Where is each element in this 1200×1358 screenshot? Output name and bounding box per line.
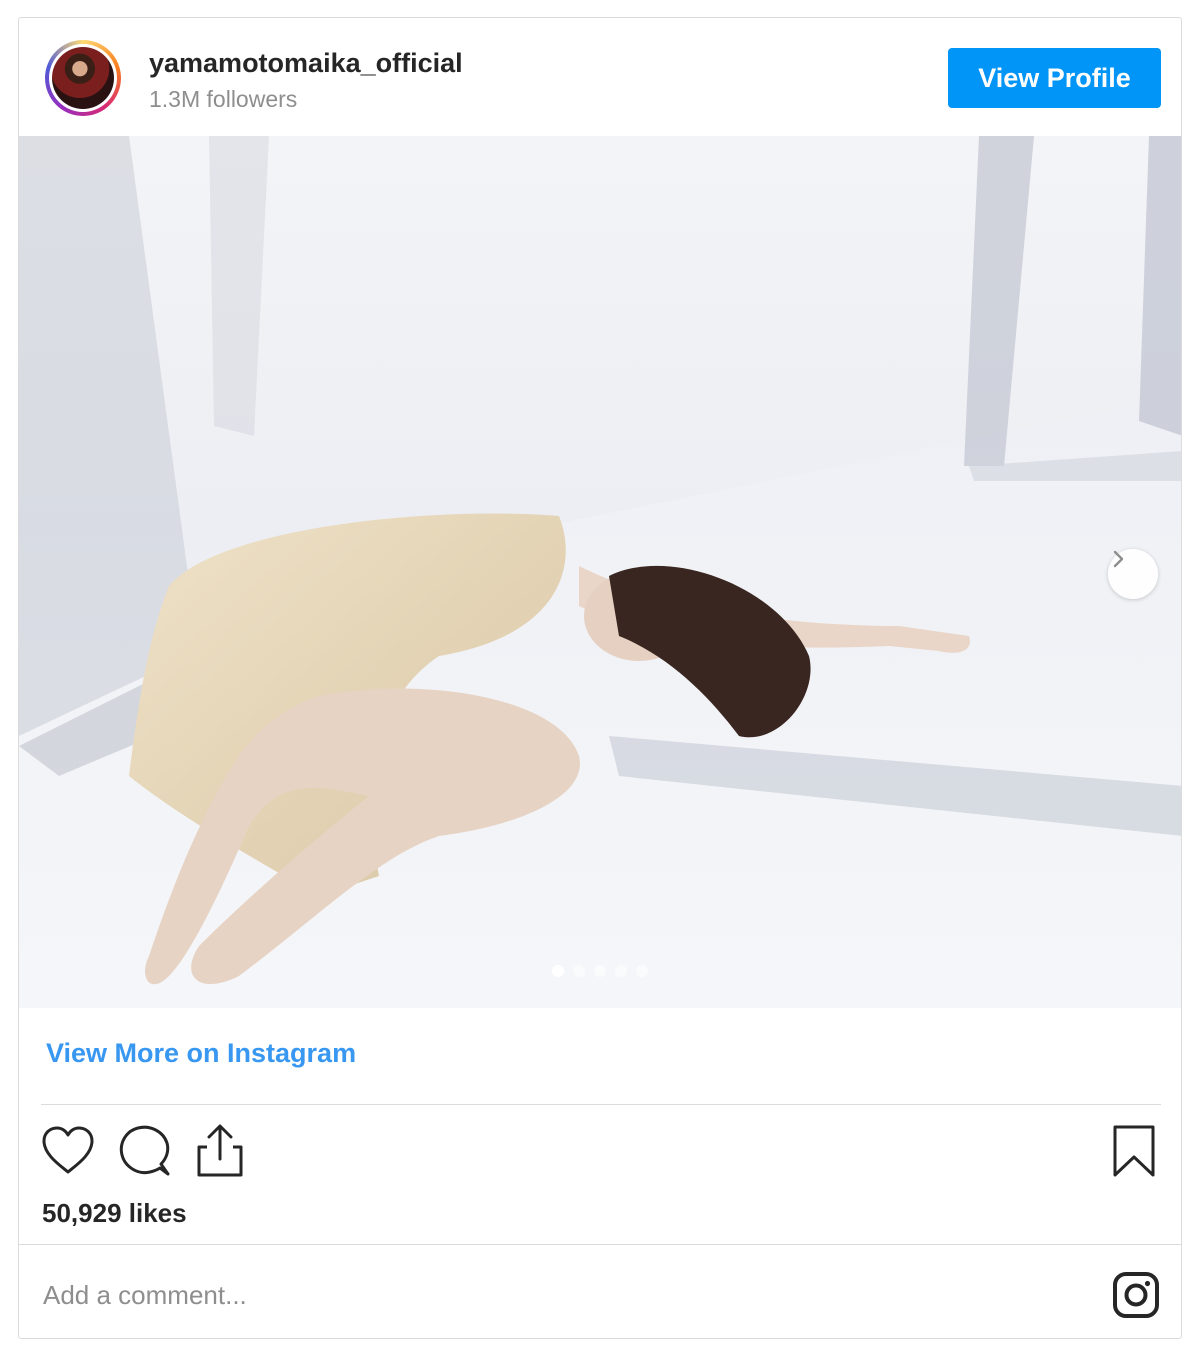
bookmark-icon bbox=[1113, 1125, 1155, 1177]
like-button[interactable] bbox=[39, 1122, 97, 1180]
carousel-dot bbox=[594, 965, 606, 977]
instagram-logo-link[interactable] bbox=[1109, 1268, 1163, 1322]
username[interactable]: yamamotomaika_official bbox=[149, 48, 463, 79]
follower-count: 1.3M followers bbox=[149, 86, 298, 112]
comment-input[interactable] bbox=[41, 1266, 1025, 1324]
carousel-dot bbox=[552, 965, 564, 977]
share-icon bbox=[197, 1124, 243, 1177]
view-profile-button[interactable]: View Profile bbox=[948, 48, 1161, 108]
carousel-dot bbox=[573, 965, 585, 977]
carousel-dot bbox=[636, 965, 648, 977]
divider bbox=[19, 1244, 1181, 1245]
action-bar bbox=[39, 1122, 1163, 1186]
avatar[interactable] bbox=[45, 40, 121, 116]
divider bbox=[41, 1104, 1161, 1105]
chevron-right-icon bbox=[1113, 550, 1124, 568]
instagram-embed-card: yamamotomaika_official 1.3M followers Vi… bbox=[18, 17, 1182, 1339]
photo-scene bbox=[19, 136, 1181, 1008]
post-photo[interactable] bbox=[19, 136, 1181, 1008]
next-slide-button[interactable] bbox=[1108, 549, 1158, 599]
post-header: yamamotomaika_official 1.3M followers Vi… bbox=[19, 18, 1181, 136]
heart-icon bbox=[42, 1126, 94, 1174]
carousel-dot bbox=[615, 965, 627, 977]
carousel-indicator bbox=[552, 965, 648, 977]
like-count: 50,929 likes bbox=[42, 1198, 187, 1228]
avatar-image bbox=[49, 44, 117, 112]
share-button[interactable] bbox=[191, 1122, 249, 1180]
save-button[interactable] bbox=[1105, 1122, 1163, 1180]
comment-button[interactable] bbox=[115, 1122, 173, 1180]
instagram-icon bbox=[1113, 1272, 1159, 1318]
view-more-link[interactable]: View More on Instagram bbox=[46, 1038, 356, 1069]
comment-icon bbox=[119, 1125, 170, 1176]
